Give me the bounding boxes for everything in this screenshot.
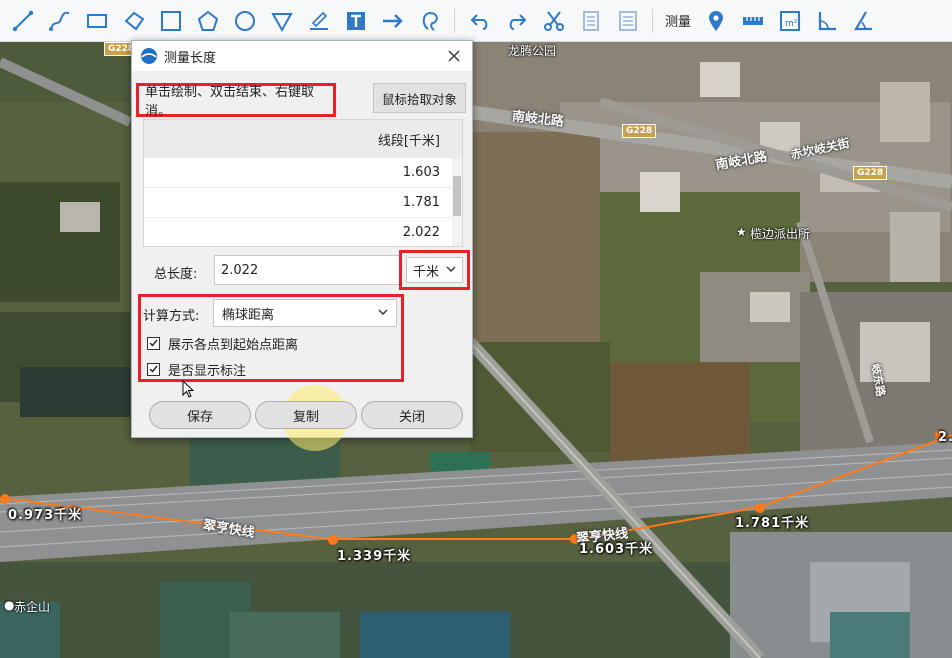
hint-row: 单击绘制、双击结束、右键取消。 鼠标拾取对象: [136, 83, 466, 119]
table-scrollbar-thumb[interactable]: [453, 176, 461, 216]
place-label-village: 赤企山: [14, 600, 51, 614]
total-length-field[interactable]: 2.022: [214, 255, 418, 285]
measure-group-label: 测量: [665, 15, 692, 30]
show-distance-checkbox-row[interactable]: 展示各点到起始点距离: [147, 333, 298, 353]
calc-method-value: 椭球距离: [222, 307, 275, 323]
toolbar: 测量 m²: [0, 0, 952, 42]
show-label-checkbox-row[interactable]: 是否显示标注: [147, 359, 246, 379]
place-label-police: 榄边派出所: [750, 227, 811, 241]
show-distance-label: 展示各点到起始点距离: [168, 337, 299, 353]
toolbar-divider: [652, 8, 653, 33]
close-icon[interactable]: [444, 46, 464, 66]
draw-freeform-polygon-icon[interactable]: [115, 3, 152, 39]
draw-text-icon[interactable]: [337, 3, 374, 39]
chevron-down-icon: [446, 266, 456, 272]
highway-badge: G228: [622, 124, 657, 138]
measure-label: 0.973千米: [8, 508, 83, 523]
draw-rectangle-icon[interactable]: [78, 3, 115, 39]
copy-doc-icon[interactable]: [572, 3, 609, 39]
measure-label: 1.339千米: [337, 549, 412, 564]
measure-length-dialog: 测量长度 单击绘制、双击结束、右键取消。 鼠标拾取对象 线段[千米] 1.603…: [131, 40, 473, 451]
table-scrollbar[interactable]: [452, 158, 462, 246]
draw-square-icon[interactable]: [152, 3, 189, 39]
redo-icon[interactable]: [498, 3, 535, 39]
unit-select[interactable]: 千米: [406, 257, 463, 283]
draw-water-level-icon[interactable]: [300, 3, 337, 39]
segment-table: 线段[千米] 1.603 1.781 2.022: [143, 119, 463, 247]
measure-height-icon[interactable]: [845, 3, 882, 39]
draw-lasso-icon[interactable]: [411, 3, 448, 39]
draw-curve-icon[interactable]: [41, 3, 78, 39]
unit-value: 千米: [413, 264, 440, 280]
measure-label: 2.: [938, 430, 952, 445]
segment-table-header: 线段[千米]: [144, 120, 462, 158]
calc-method-label: 计算方式:: [143, 309, 200, 324]
paste-doc-icon[interactable]: [609, 3, 646, 39]
place-dot-icon: ●: [4, 598, 15, 612]
draw-circle-icon[interactable]: [226, 3, 263, 39]
undo-icon[interactable]: [461, 3, 498, 39]
total-length-label: 总长度:: [154, 267, 198, 282]
measure-label: 1.603千米: [579, 542, 654, 557]
unit-highlight: 千米: [399, 250, 470, 290]
place-label-park: 龙腾公园: [508, 44, 557, 58]
police-star-icon: ★: [736, 225, 747, 239]
total-length-row: 总长度: 2.022 千米: [154, 250, 472, 290]
measure-point-icon[interactable]: [697, 3, 734, 39]
draw-pentagon-icon[interactable]: [189, 3, 226, 39]
mouse-pick-object-button[interactable]: 鼠标拾取对象: [373, 83, 466, 113]
show-label-label: 是否显示标注: [168, 363, 247, 379]
measure-length-icon[interactable]: [734, 3, 771, 39]
copy-button[interactable]: 复制: [255, 401, 357, 429]
draw-triangle-icon[interactable]: [263, 3, 300, 39]
highway-badge: G228: [853, 166, 888, 180]
check-icon: [149, 365, 158, 373]
instruction-hint: 单击绘制、双击结束、右键取消。: [136, 83, 336, 119]
table-row[interactable]: 1.603: [144, 158, 462, 188]
svg-text:m²: m²: [785, 19, 798, 29]
cut-icon[interactable]: [535, 3, 572, 39]
toolbar-divider: [454, 8, 455, 33]
save-button[interactable]: 保存: [149, 401, 251, 429]
chevron-down-icon: [378, 309, 388, 315]
app-logo-icon: [141, 48, 157, 64]
check-icon: [149, 339, 158, 347]
total-length-value: 2.022: [221, 262, 259, 278]
calc-options-highlight: 计算方式: 椭球距离 展示各点到起始点距离 是否显示标注: [138, 294, 404, 382]
dialog-title: 测量长度: [164, 50, 217, 66]
dialog-titlebar[interactable]: 测量长度: [132, 41, 472, 71]
show-distance-checkbox[interactable]: [147, 336, 160, 350]
table-row[interactable]: 2.022: [144, 218, 462, 246]
show-label-checkbox[interactable]: [147, 362, 160, 376]
measure-angle-icon[interactable]: [808, 3, 845, 39]
calc-method-select[interactable]: 椭球距离: [213, 299, 397, 327]
mouse-pointer-icon: [182, 380, 194, 398]
table-row[interactable]: 1.781: [144, 188, 462, 218]
draw-line-icon[interactable]: [4, 3, 41, 39]
draw-arrow-icon[interactable]: [374, 3, 411, 39]
close-button[interactable]: 关闭: [361, 401, 463, 429]
measure-label: 1.781千米: [735, 516, 810, 531]
measure-area-icon[interactable]: m²: [771, 3, 808, 39]
